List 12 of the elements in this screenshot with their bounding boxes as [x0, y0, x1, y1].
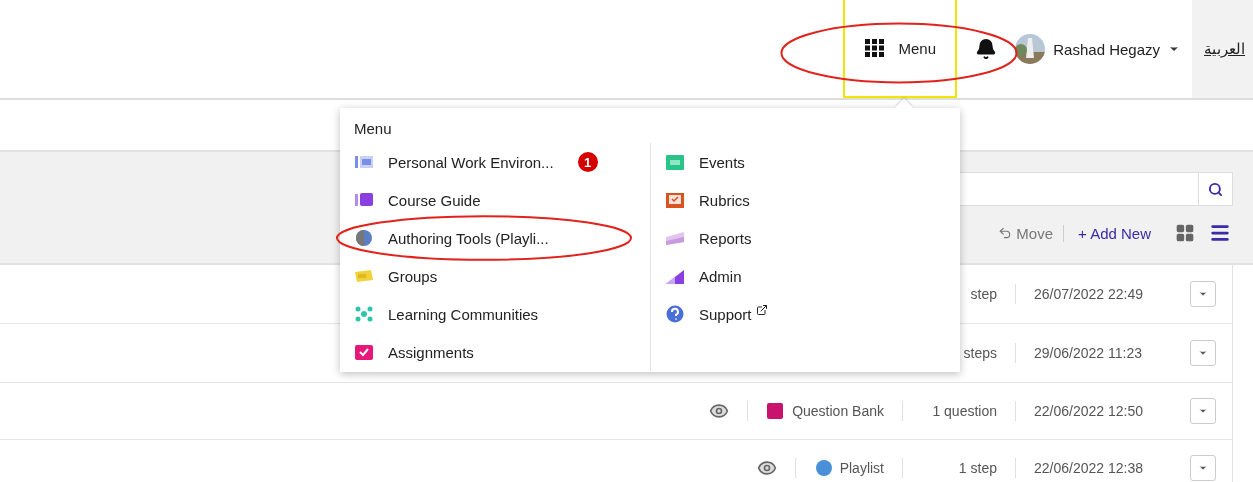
- step-count: step: [969, 286, 997, 302]
- step-count: 1 step: [957, 460, 997, 476]
- type-label: Question Bank: [792, 403, 884, 419]
- step-count: steps: [962, 345, 997, 361]
- date-cell-text: 26/07/2022 22:49: [1034, 286, 1144, 302]
- date-cell-text: 29/06/2022 11:23: [1034, 345, 1143, 361]
- step-count: 1 question: [931, 403, 997, 419]
- menu-title: Menu: [354, 120, 392, 137]
- date-cell-text: 22/06/2022 12:50: [1034, 403, 1144, 419]
- date-cell-text: 22/06/2022 12:38: [1034, 460, 1144, 476]
- notification-count: 1: [577, 152, 598, 172]
- type-label: Playlist: [839, 460, 884, 476]
